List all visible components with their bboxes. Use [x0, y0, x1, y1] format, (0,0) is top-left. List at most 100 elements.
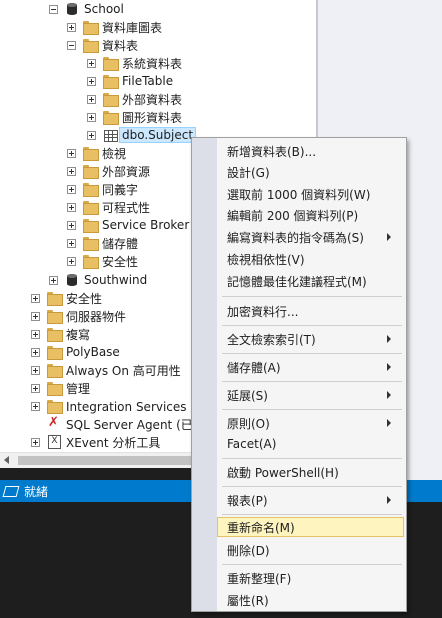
expand-icon[interactable]: [87, 112, 96, 122]
scroll-left-arrow-icon[interactable]: [4, 456, 9, 464]
tree-node-polybase[interactable]: PolyBase: [31, 343, 120, 361]
tree-node-database-diagrams[interactable]: 資料庫圖表: [67, 18, 162, 36]
menu-item-new-table[interactable]: 新增資料表(B)...: [219, 141, 403, 161]
expand-icon[interactable]: [31, 293, 40, 303]
tree-node-label: 外部資料表: [122, 92, 183, 107]
tree-node-label: 資料表: [102, 38, 139, 53]
folder-icon: [46, 399, 63, 414]
tree-node-school[interactable]: School: [49, 0, 124, 18]
expand-icon[interactable]: [67, 220, 76, 230]
menu-item-edit-top-200[interactable]: 編輯前 200 個資料列(P): [219, 205, 403, 225]
tree-node-db-security[interactable]: 安全性: [67, 252, 138, 270]
folder-icon: [82, 164, 99, 179]
expand-icon[interactable]: [67, 202, 76, 212]
collapse-icon[interactable]: [67, 40, 76, 50]
expand-icon[interactable]: [31, 437, 40, 447]
tree-node-replication[interactable]: 複寫: [31, 325, 90, 343]
menu-separator: [222, 353, 402, 354]
menu-item-delete[interactable]: 刪除(D): [219, 540, 403, 560]
menu-item-design[interactable]: 設計(G): [219, 162, 403, 182]
menu-item-full-text-index[interactable]: 全文檢索索引(T): [219, 329, 403, 349]
menu-item-label: 編輯前 200 個資料列(P): [227, 208, 359, 223]
agent-stopped-icon: [46, 415, 62, 431]
tree-node-views[interactable]: 檢視: [67, 144, 126, 162]
expand-icon[interactable]: [49, 275, 58, 285]
menu-item-properties[interactable]: 屬性(R): [219, 590, 403, 610]
menu-item-label: 重新整理(F): [227, 571, 292, 586]
menu-item-label: Facet(A): [227, 437, 277, 451]
menu-item-view-dependencies[interactable]: 檢視相依性(V): [219, 249, 403, 269]
tree-node-label: Always On 高可用性: [66, 363, 181, 378]
tree-node-sql-server-agent[interactable]: SQL Server Agent (已停: [31, 415, 205, 433]
expand-icon[interactable]: [67, 256, 76, 266]
scrollbar-thumb[interactable]: [18, 456, 194, 465]
tree-node-label: 外部資源: [102, 164, 151, 179]
folder-icon: [82, 182, 99, 197]
collapse-icon[interactable]: [49, 4, 58, 14]
expand-icon[interactable]: [31, 383, 40, 393]
tree-node-programmability[interactable]: 可程式性: [67, 198, 150, 216]
menu-separator: [222, 458, 402, 459]
database-icon: [64, 2, 80, 16]
tree-node-xevent-profiler[interactable]: XEvent 分析工具: [31, 433, 160, 451]
menu-icon-gutter: [192, 138, 217, 611]
expand-icon[interactable]: [31, 365, 40, 375]
menu-separator: [222, 409, 402, 410]
expand-icon[interactable]: [67, 148, 76, 158]
tree-node-integration-services[interactable]: Integration Services 目: [31, 397, 202, 415]
status-ready-icon: [2, 485, 20, 497]
tree-node-external-resources[interactable]: 外部資源: [67, 162, 150, 180]
tree-node-graph-tables[interactable]: 圖形資料表: [87, 108, 182, 126]
tree-node-label: 資料庫圖表: [102, 20, 163, 35]
menu-item-memory-optimization-advisor[interactable]: 記憶體最佳化建議程式(M): [219, 271, 403, 291]
tree-node-always-on[interactable]: Always On 高可用性: [31, 361, 181, 379]
menu-item-encrypt-columns[interactable]: 加密資料行...: [219, 301, 403, 321]
menu-item-label: 設計(G): [227, 165, 270, 180]
tree-node-southwind[interactable]: Southwind: [49, 271, 147, 289]
expand-icon[interactable]: [87, 130, 96, 140]
tree-node-filetable[interactable]: FileTable: [87, 72, 173, 90]
expand-icon[interactable]: [31, 329, 40, 339]
tree-node-label: Service Broker: [102, 218, 190, 232]
tree-node-label: Integration Services 目: [66, 399, 203, 414]
menu-item-refresh[interactable]: 重新整理(F): [219, 568, 403, 588]
menu-item-storage[interactable]: 儲存體(A): [219, 357, 403, 377]
tree-node-service-broker[interactable]: Service Broker: [67, 216, 189, 234]
menu-item-policies[interactable]: 原則(O): [219, 413, 403, 433]
expand-icon[interactable]: [67, 184, 76, 194]
menu-item-select-top-1000[interactable]: 選取前 1000 個資料列(W): [219, 184, 403, 204]
tree-node-security[interactable]: 安全性: [31, 289, 102, 307]
folder-icon: [82, 20, 99, 35]
folder-icon: [102, 92, 119, 107]
tree-node-synonyms[interactable]: 同義字: [67, 180, 138, 198]
menu-item-stretch[interactable]: 延展(S): [219, 385, 403, 405]
tree-node-system-tables[interactable]: 系統資料表: [87, 54, 182, 72]
submenu-arrow-icon: [387, 363, 391, 371]
expand-icon[interactable]: [31, 401, 40, 411]
tree-node-dbo-subject[interactable]: dbo.Subject: [87, 126, 197, 144]
menu-item-start-powershell[interactable]: 啟動 PowerShell(H): [219, 462, 403, 482]
submenu-arrow-icon: [387, 335, 391, 343]
tree-node-tables[interactable]: 資料表: [67, 36, 138, 54]
tree-node-server-objects[interactable]: 伺服器物件: [31, 307, 126, 325]
tree-node-management[interactable]: 管理: [31, 379, 90, 397]
expand-icon[interactable]: [87, 76, 96, 86]
submenu-arrow-icon: [387, 391, 391, 399]
expand-icon[interactable]: [67, 22, 76, 32]
tree-node-storage[interactable]: 儲存體: [67, 234, 138, 252]
menu-item-label: 編寫資料表的指令碼為(S): [227, 230, 364, 245]
expand-icon[interactable]: [31, 311, 40, 321]
menu-item-script-table-as[interactable]: 編寫資料表的指令碼為(S): [219, 227, 403, 247]
menu-item-reports[interactable]: 報表(P): [219, 490, 403, 510]
expand-icon[interactable]: [31, 347, 40, 357]
menu-item-rename[interactable]: 重新命名(M): [217, 517, 404, 537]
xevent-icon: [46, 435, 62, 449]
menu-item-label: 刪除(D): [227, 543, 270, 558]
folder-icon: [46, 327, 63, 342]
expand-icon[interactable]: [67, 238, 76, 248]
expand-icon[interactable]: [87, 58, 96, 68]
menu-item-facets[interactable]: Facet(A): [219, 434, 403, 454]
tree-node-external-tables[interactable]: 外部資料表: [87, 90, 182, 108]
expand-icon[interactable]: [67, 166, 76, 176]
expand-icon[interactable]: [87, 94, 96, 104]
